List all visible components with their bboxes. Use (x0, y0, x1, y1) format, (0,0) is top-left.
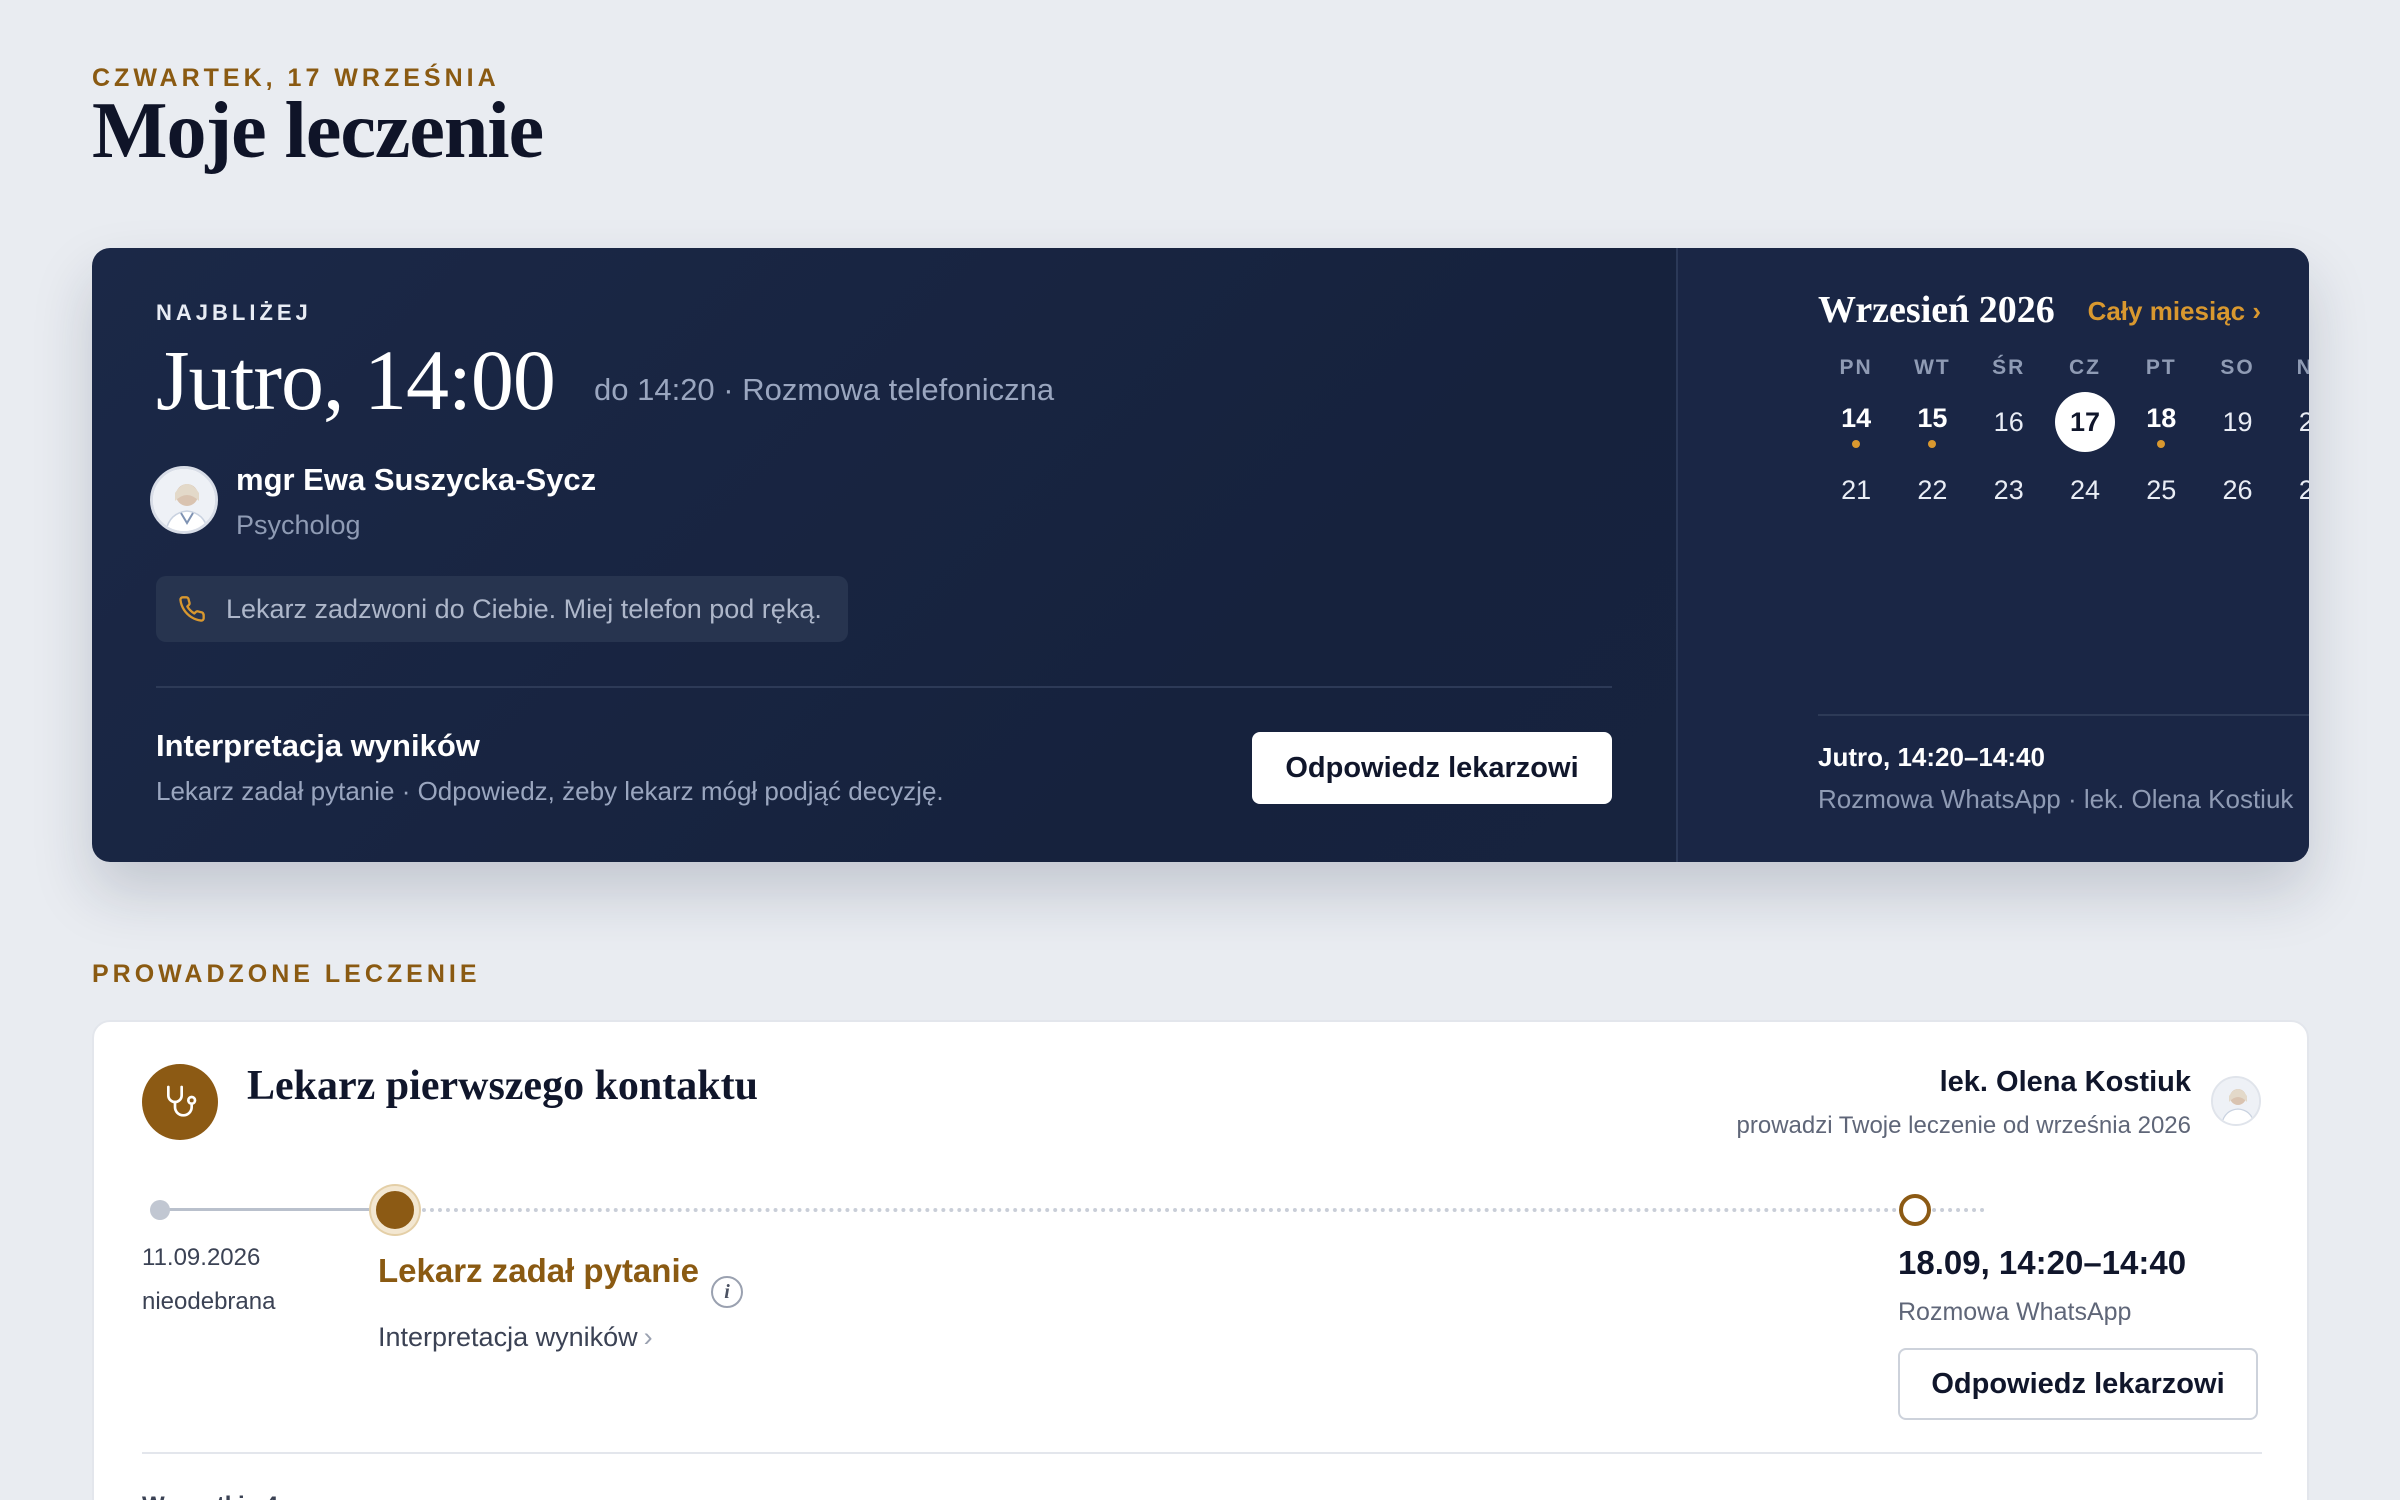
calendar-day[interactable]: 16 (1971, 388, 2047, 456)
info-icon[interactable]: i (711, 1276, 743, 1308)
timeline-past-segment (160, 1208, 372, 1211)
calendar-grid: PN WT ŚR CZ PT SO ND 14 15 16 17 18 19 2… (1818, 348, 2309, 524)
treatment-title: Lekarz pierwszego kontaktu (247, 1063, 758, 1109)
event-dot (1928, 440, 1937, 448)
phone-icon (179, 596, 205, 622)
timeline-future-dot (1899, 1194, 1931, 1226)
timeline-active-dot (371, 1186, 419, 1234)
task-subtitle: Lekarz zadał pytanie · Odpowiedz, żeby l… (156, 776, 944, 806)
weekday-label: SO (2220, 356, 2255, 379)
results-interpretation-link[interactable]: Interpretacja wyników › (378, 1322, 653, 1353)
timeline-future-segment (406, 1208, 1986, 1212)
doctor-role: Psycholog (236, 510, 361, 540)
divider (156, 686, 1612, 688)
nearest-eyebrow: NAJBLIŻEJ (156, 300, 312, 325)
calendar-day[interactable]: 25 (2123, 456, 2199, 524)
calendar-day[interactable]: 14 (1818, 388, 1894, 456)
section-label: PROWADZONE LECZENIE (92, 960, 481, 988)
call-info-note: Lekarz zadzwoni do Ciebie. Miej telefon … (156, 576, 848, 642)
calendar-weekdays: PN WT ŚR CZ PT SO ND (1818, 348, 2309, 388)
calendar-day[interactable]: 23 (1971, 456, 2047, 524)
weekday-label: ŚR (1992, 356, 2026, 379)
weekday-label: ND (2296, 356, 2309, 379)
task-title: Interpretacja wyników (156, 728, 480, 763)
doctor-avatar (150, 466, 218, 534)
calendar-day[interactable]: 22 (1894, 456, 1970, 524)
calendar-panel: Wrzesień 2026 Cały miesiąc › PN WT ŚR CZ… (1678, 248, 2309, 862)
weekday-label: PT (2145, 356, 2177, 379)
answer-doctor-button-secondary[interactable]: Odpowiedz lekarzowi (1898, 1348, 2258, 1420)
calendar-day[interactable]: 20 (2276, 388, 2309, 456)
active-event-title: Lekarz zadał pytanie (378, 1252, 699, 1289)
past-event-date: 11.09.2026 (142, 1244, 261, 1271)
weekday-label: CZ (2068, 356, 2101, 379)
lead-doctor-since: prowadzi Twoje leczenie od września 2026 (1736, 1112, 2192, 1139)
nearest-appointment-panel: NAJBLIŻEJ Jutro, 14:00 do 14:20 · Rozmow… (92, 248, 1676, 862)
weekday-label: PN (1839, 356, 1873, 379)
calendar-week: 21 22 23 24 25 26 27 (1818, 456, 2309, 524)
divider (1818, 714, 2309, 716)
timeline-past-dot (150, 1200, 170, 1220)
treatment-card: Lekarz pierwszego kontaktu lek. Olena Ko… (92, 1020, 2309, 1500)
appointment-details: do 14:20 · Rozmowa telefoniczna (594, 372, 1055, 407)
stethoscope-icon (142, 1064, 218, 1140)
all-events-link[interactable]: Wszystkie 4 (142, 1492, 278, 1500)
appointment-time: Jutro, 14:00 (156, 332, 556, 428)
calendar-week: 14 15 16 17 18 19 20 (1818, 388, 2309, 456)
calendar-day[interactable]: 26 (2199, 456, 2275, 524)
call-info-text: Lekarz zadzwoni do Ciebie. Miej telefon … (226, 593, 822, 624)
calendar-day[interactable]: 19 (2199, 388, 2275, 456)
lead-doctor-name[interactable]: lek. Olena Kostiuk (1940, 1066, 2191, 1099)
answer-doctor-button[interactable]: Odpowiedz lekarzowi (1252, 732, 1612, 804)
nearest-appointment-card: NAJBLIŻEJ Jutro, 14:00 do 14:20 · Rozmow… (92, 248, 2309, 862)
calendar-month: Wrzesień 2026 (1818, 289, 2055, 331)
next-appointment-time[interactable]: Jutro, 14:20–14:40 (1818, 742, 2045, 773)
divider (142, 1452, 2262, 1454)
calendar-day[interactable]: 15 (1894, 388, 1970, 456)
lead-doctor-avatar (2211, 1076, 2261, 1126)
future-event-type: Rozmowa WhatsApp (1898, 1298, 2132, 1326)
chevron-right-icon: › (643, 1322, 653, 1352)
calendar-day[interactable]: 18 (2123, 388, 2199, 456)
next-appointment-details: Rozmowa WhatsApp · lek. Olena Kostiuk (1818, 784, 2294, 814)
calendar-day[interactable]: 21 (1818, 456, 1894, 524)
page-title: Moje leczenie (92, 87, 544, 175)
future-event-time: 18.09, 14:20–14:40 (1898, 1244, 2187, 1281)
calendar-day-today[interactable]: 17 (2047, 388, 2123, 456)
calendar-day[interactable]: 27 (2276, 456, 2309, 524)
event-dot (2157, 440, 2166, 448)
event-dot (1852, 440, 1861, 448)
weekday-label: WT (1914, 356, 1951, 379)
calendar-day[interactable]: 24 (2047, 456, 2123, 524)
full-month-link[interactable]: Cały miesiąc › (2088, 296, 2261, 327)
past-event-status: nieodebrana (142, 1288, 276, 1315)
doctor-name[interactable]: mgr Ewa Suszycka-Sycz (236, 462, 596, 498)
